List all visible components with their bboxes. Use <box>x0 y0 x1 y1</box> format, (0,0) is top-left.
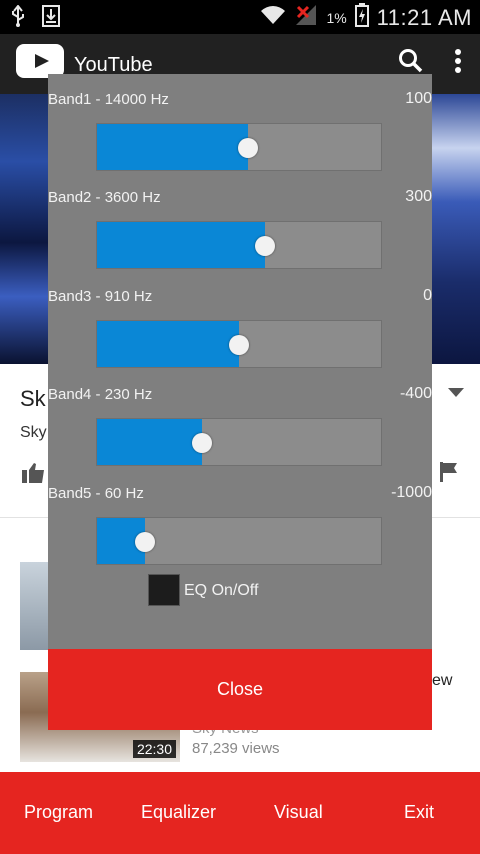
band4-label: Band4 - 230 Hz <box>48 386 153 403</box>
band5-slider-handle[interactable] <box>135 532 156 552</box>
exit-button[interactable]: Exit <box>404 802 434 823</box>
band3-slider[interactable] <box>96 320 382 368</box>
related-video-views: 87,239 views <box>192 740 280 757</box>
close-button-label: Close <box>216 679 264 699</box>
band1-slider-handle[interactable] <box>237 138 258 158</box>
close-button[interactable]: Close <box>48 649 432 730</box>
band4-slider[interactable] <box>96 418 382 466</box>
band4-slider-handle[interactable] <box>192 433 213 453</box>
band3-slider-handle[interactable] <box>229 335 249 355</box>
youtube-logo[interactable] <box>16 44 64 78</box>
overflow-menu-icon[interactable] <box>452 48 464 79</box>
band3-label: Band3 - 910 Hz <box>48 288 153 305</box>
band1-slider[interactable] <box>96 123 382 171</box>
visual-button[interactable]: Visual <box>274 802 323 823</box>
no-signal-icon <box>294 3 318 32</box>
band1-slider-fill <box>97 124 248 170</box>
video-title: Sk <box>20 386 46 411</box>
battery-charging-icon <box>354 3 369 32</box>
band2-label: Band2 - 3600 Hz <box>48 189 161 206</box>
band1-value: 100 <box>405 90 432 107</box>
usb-icon <box>10 4 26 32</box>
band2-slider-handle[interactable] <box>254 236 275 256</box>
band3-value: 0 <box>423 287 432 304</box>
band5-value: -1000 <box>391 484 432 501</box>
band1-label: Band1 - 14000 Hz <box>48 91 169 108</box>
band2-slider-fill <box>97 222 265 268</box>
bottom-navigation: Program Equalizer Visual Exit <box>0 772 480 854</box>
eq-toggle-label[interactable]: EQ On/Off <box>184 582 258 600</box>
band2-slider[interactable] <box>96 221 382 269</box>
band4-value: -400 <box>399 385 432 402</box>
band4-slider-fill <box>97 419 203 465</box>
wifi-icon <box>260 4 286 31</box>
band2-value: 300 <box>405 188 432 205</box>
band3-slider-fill <box>97 321 239 367</box>
expand-icon[interactable] <box>448 388 464 397</box>
program-button[interactable]: Program <box>24 802 93 823</box>
equalizer-button[interactable]: Equalizer <box>141 802 216 823</box>
clock: 11:21 AM <box>376 4 472 30</box>
channel-name[interactable]: Sky <box>20 424 47 442</box>
flag-icon[interactable] <box>440 462 458 487</box>
battery-percent: 1% <box>326 9 347 26</box>
related-video-title[interactable]: ew <box>432 672 452 690</box>
band5-slider[interactable] <box>96 517 382 565</box>
download-icon <box>42 5 60 32</box>
thumbs-up-icon[interactable] <box>22 462 46 489</box>
video-duration: 22:30 <box>132 740 176 758</box>
eq-toggle-checkbox[interactable] <box>148 574 180 606</box>
band5-label: Band5 - 60 Hz <box>48 485 144 502</box>
status-bar: 1% 11:21 AM <box>0 0 480 34</box>
